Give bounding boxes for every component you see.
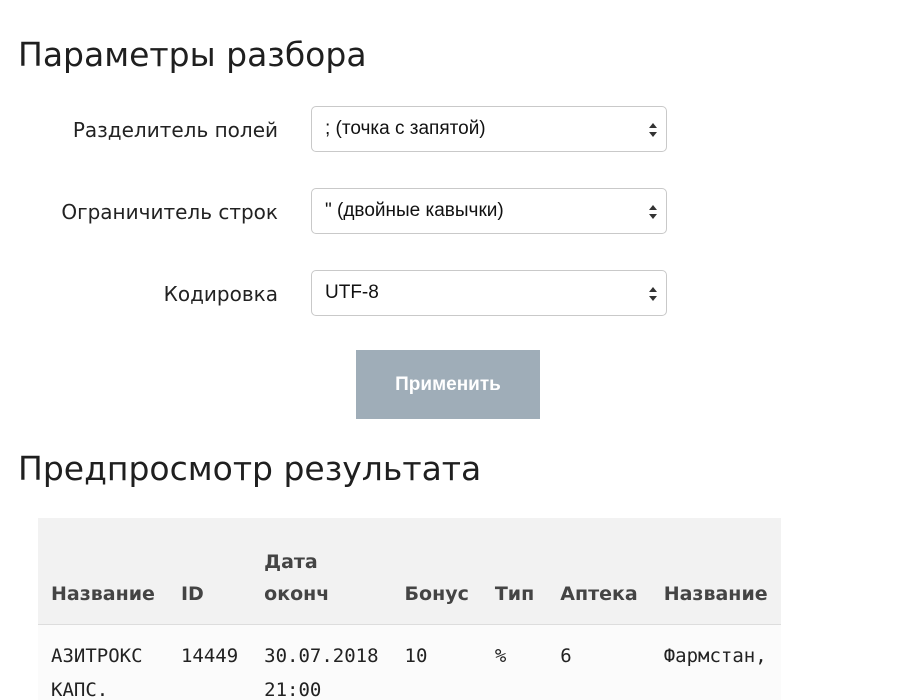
- column-header-end-date: Дата оконч: [251, 518, 392, 625]
- updown-chevron-icon: [648, 284, 658, 304]
- cell-type: %: [482, 625, 547, 700]
- text-qualifier-row: Ограничитель строк " (двойные кавычки): [0, 188, 900, 236]
- column-header-id: ID: [167, 518, 252, 625]
- cell-end-date-line2: 21:00: [264, 679, 322, 700]
- cell-name: АЗИТРОКС КАПС.: [38, 625, 168, 700]
- column-header-name: Название: [38, 518, 168, 625]
- preview-table-container[interactable]: Название ID Дата оконч Бонус Тип Аптека Н…: [38, 518, 834, 700]
- column-header-pharmacy-name: Название: [650, 518, 781, 625]
- column-header-end-date-line2: оконч: [264, 583, 330, 605]
- encoding-value: UTF-8: [325, 282, 379, 303]
- table-header-row: Название ID Дата оконч Бонус Тип Аптека Н…: [38, 518, 781, 625]
- field-separator-row: Разделитель полей ; (точка с запятой): [0, 106, 900, 154]
- cell-type-text: %: [494, 645, 507, 667]
- column-header-pharmacy-name-text: Название: [663, 583, 768, 605]
- updown-chevron-icon: [648, 120, 658, 140]
- csv-import-page: Параметры разбора Разделитель полей ; (т…: [0, 0, 900, 700]
- table-row: АЗИТРОКС КАПС. 14449 30.07.2018 21:00 10 %…: [38, 624, 781, 700]
- text-qualifier-label: Ограничитель строк: [61, 200, 278, 224]
- field-separator-label: Разделитель полей: [72, 118, 278, 142]
- cell-end-date: 30.07.2018 21:00: [251, 625, 391, 700]
- encoding-label: Кодировка: [163, 282, 278, 306]
- preview-table: Название ID Дата оконч Бонус Тип Аптека Н…: [38, 518, 781, 700]
- cell-pharmacy: 6: [547, 625, 650, 700]
- column-header-bonus-text: Бонус: [404, 583, 469, 605]
- cell-id: 14449: [168, 625, 251, 700]
- apply-button[interactable]: Применить: [356, 350, 540, 419]
- column-header-name-text: Название: [51, 583, 155, 605]
- column-header-type: Тип: [481, 518, 548, 625]
- column-header-end-date-line1: Дата: [264, 551, 318, 573]
- cell-pharmacy-name: Фармстан,: [651, 625, 781, 700]
- column-header-id-text: ID: [180, 583, 204, 605]
- preview-title: Предпросмотр результата: [18, 449, 482, 488]
- encoding-select[interactable]: UTF-8: [311, 270, 667, 316]
- encoding-row: Кодировка UTF-8: [0, 270, 900, 318]
- updown-chevron-icon: [648, 202, 658, 222]
- field-separator-select[interactable]: ; (точка с запятой): [311, 106, 667, 152]
- cell-name-line1: АЗИТРОКС: [51, 645, 143, 667]
- parse-settings-title: Параметры разбора: [18, 35, 367, 74]
- field-separator-value: ; (точка с запятой): [325, 118, 486, 139]
- cell-id-text: 14449: [180, 645, 239, 667]
- cell-pharmacy-name-text: Фармстан,: [663, 645, 767, 667]
- cell-pharmacy-text: 6: [560, 645, 572, 667]
- column-header-bonus: Бонус: [391, 518, 482, 625]
- cell-end-date-line1: 30.07.2018: [264, 645, 379, 667]
- text-qualifier-select[interactable]: " (двойные кавычки): [311, 188, 667, 234]
- text-qualifier-value: " (двойные кавычки): [325, 200, 504, 221]
- column-header-type-text: Тип: [494, 583, 535, 605]
- cell-bonus: 10: [392, 625, 482, 700]
- cell-name-line2: КАПС.: [51, 679, 109, 700]
- cell-bonus-text: 10: [404, 645, 428, 667]
- column-header-pharmacy: Аптека: [547, 518, 651, 625]
- column-header-pharmacy-text: Аптека: [560, 583, 638, 605]
